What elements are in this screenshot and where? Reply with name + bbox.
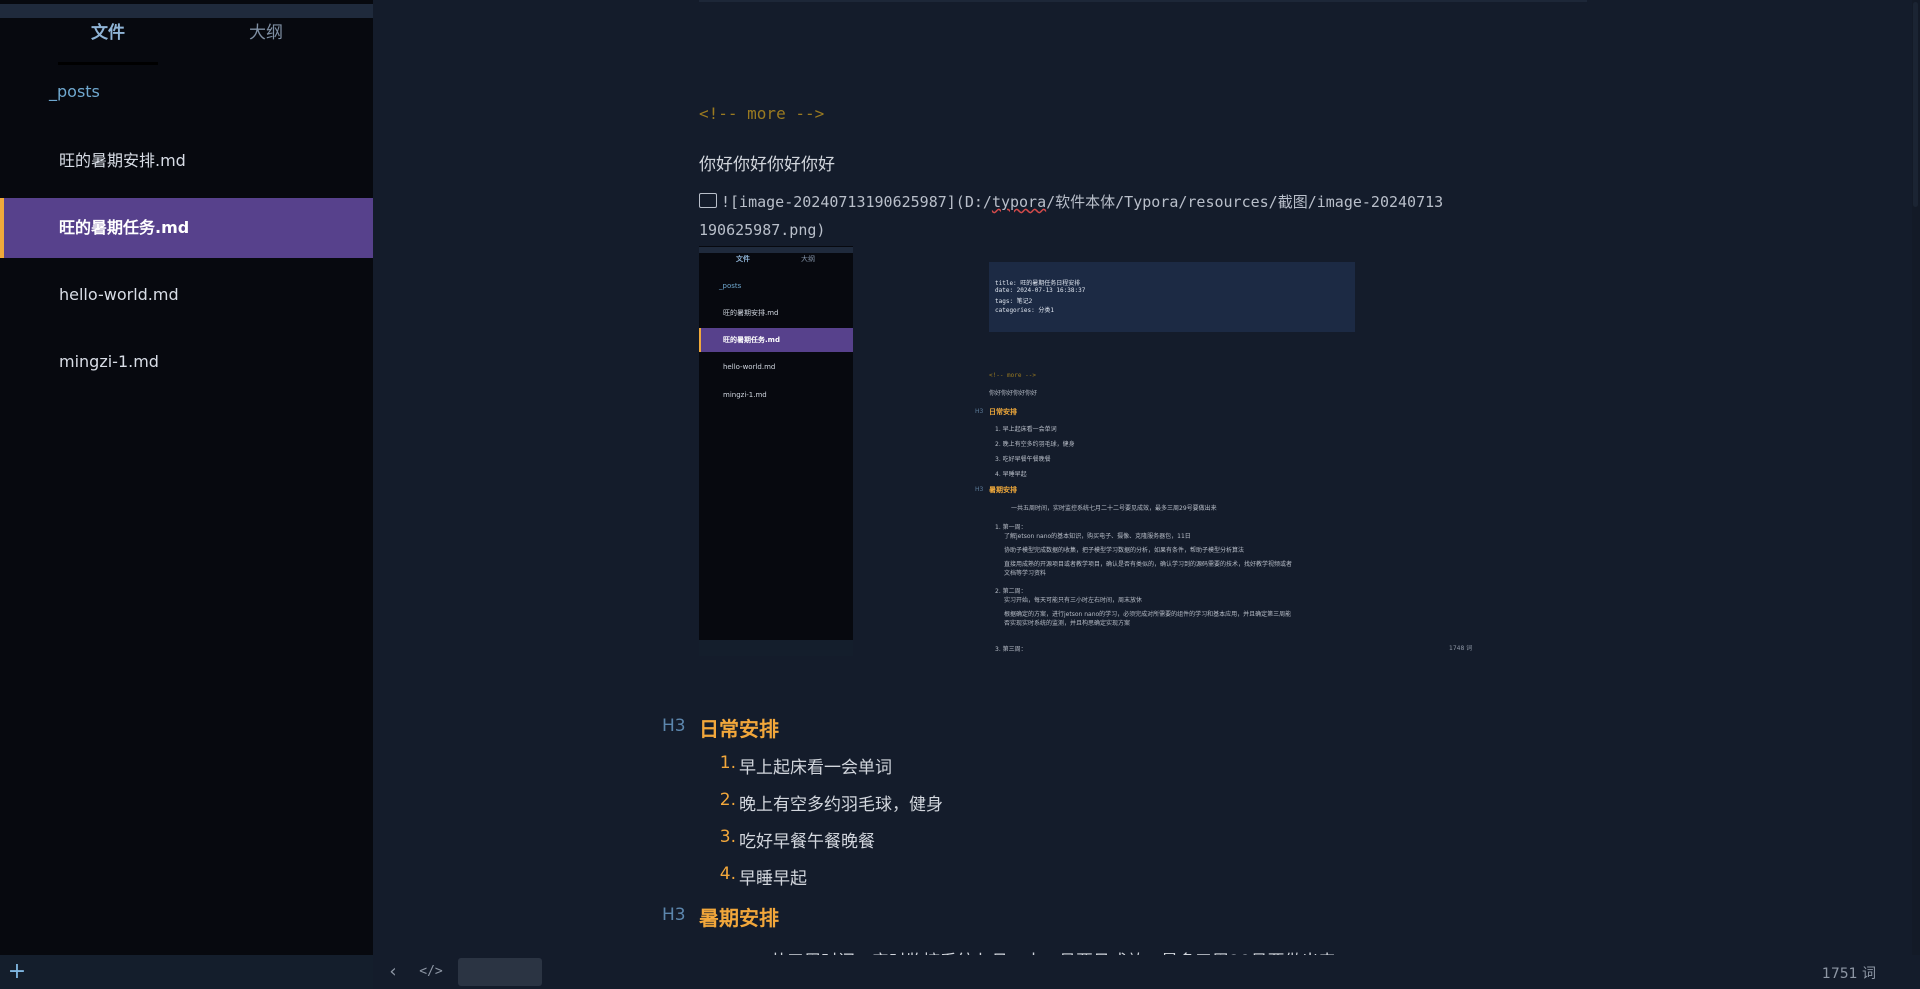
heading-summer-schedule[interactable]: 暑期安排 [699,902,779,931]
mini-h3-label: H3 [975,486,984,493]
image-icon [699,193,717,208]
sidebar-tabs: 文件 大纲 [0,14,373,65]
mini-folder: _posts [719,282,742,290]
mini-greeting: 你好你好你好你好 [989,390,1038,397]
mini-week-line: 文档等学习资料 [1004,570,1047,577]
heading-level-label: H3 [662,716,686,736]
mini-daily-item: 4. 早睡早起 [995,471,1027,478]
mini-file-active: 旺的暑期任务.md [723,336,780,344]
image-md-prefix: ![image-20240713190625987](D:/ [721,193,992,211]
heading-level-label: H3 [662,905,686,925]
mini-sidebar: 文件 大纲 _posts 旺的暑期安排.md 旺的暑期任务.md hello-w… [699,246,853,656]
mini-daily-item: 1. 早上起床看一会单词 [995,426,1057,433]
mini-week-line: 协助子模型完成数据的收集，把子模型学习数据的分析，如果有条件，帮助子模型分析算法 [1004,547,1245,554]
mini-file: hello-world.md [723,363,776,371]
search-input[interactable] [458,958,542,986]
image-md-suffix: /软件本体/Typora/resources/截图/image-20240713 [1046,193,1444,211]
mini-tab-files: 文件 [736,255,750,263]
file-sidebar: 文件 大纲 _posts 旺的暑期安排.md 旺的暑期任务.md hello-w… [0,0,373,989]
add-file-button[interactable]: + [7,961,27,983]
file-item-label: 旺的暑期任务.md [59,218,190,237]
mini-file: mingzi-1.md [723,391,767,399]
mini-week-line: 了解jetson nano的基本知识，购买电子、摄像、克隆服务器包，11日 [1004,533,1191,540]
mini-heading-daily: 日常安排 [989,408,1017,416]
mini-h3-label: H3 [975,408,984,415]
mini-front-matter: title: 旺的暑期任务日程安排 date: 2024-07-13 16:38… [989,262,1355,332]
status-bar: ‹ </> 1751 词 [373,955,1920,989]
file-item[interactable]: mingzi-1.md [0,332,373,392]
word-count[interactable]: 1751 词 [1822,963,1876,983]
scrollbar-thumb[interactable] [1913,2,1918,207]
mini-week-line: 直接用成熟的开源项目或者教学项目，确认是否有类似的，确认学习到的源码需要的技术，… [1004,561,1293,568]
mini-footer [699,640,853,656]
mini-comment: <!-- more --> [989,372,1036,379]
editor-pane[interactable]: <!-- more --> 你好你好你好你好 ![image-202407131… [373,0,1920,989]
mini-fm-line: categories: 分类1 [995,307,1054,314]
mini-summer-intro: 一共五周时间，实时监控系统七月二十二号要见成效，最多三周29号要做出来 [1011,505,1217,512]
file-item[interactable]: 旺的暑期安排.md [0,131,373,191]
mini-week-line: 实习开始，每天可能只有三小时左右时间，周末放休 [1004,597,1143,604]
list-item[interactable]: 早上起床看一会单词 [739,753,892,778]
mini-top-strip [699,247,853,253]
list-number: 3. [719,827,736,847]
mini-week-heading: 3. 第三周： [995,646,1027,653]
chevron-left-icon[interactable]: ‹ [383,962,403,982]
list-item[interactable]: 吃好早餐午餐晚餐 [739,827,875,852]
file-item-label: mingzi-1.md [59,352,159,371]
tab-outline[interactable]: 大纲 [216,18,316,48]
heading-daily-schedule[interactable]: 日常安排 [699,713,779,742]
greeting-paragraph[interactable]: 你好你好你好你好 [699,150,835,175]
file-item-label: hello-world.md [59,285,179,304]
image-md-line2: 190625987.png) [699,221,826,239]
mini-tab-outline: 大纲 [801,255,815,263]
list-item[interactable]: 早睡早起 [739,864,807,889]
more-comment[interactable]: <!-- more --> [699,104,824,123]
list-item[interactable]: 晚上有空多约羽毛球，健身 [739,790,943,815]
folder-name[interactable]: _posts [49,82,100,101]
mini-daily-item: 2. 晚上有空多约羽毛球，健身 [995,441,1075,448]
image-markdown-source[interactable]: ![image-20240713190625987](D:/typora/软件本… [699,188,1499,244]
source-code-icon[interactable]: </> [418,962,444,982]
mini-fm-line: tags: 笔记2 [995,298,1033,305]
mini-week-heading: 1. 第一周： [995,524,1027,531]
sidebar-footer: + [0,955,373,989]
front-matter-block[interactable] [699,0,1587,2]
embedded-screenshot-image[interactable]: 文件 大纲 _posts 旺的暑期安排.md 旺的暑期任务.md hello-w… [699,246,1489,656]
mini-file: 旺的暑期安排.md [723,309,779,317]
mini-week-heading: 2. 第二周： [995,588,1027,595]
mini-week-line: 否实现实时系统的监测，并且构思确定实现方案 [1004,620,1131,627]
list-number: 1. [719,753,736,773]
mini-word-count: 1748 词 [1449,645,1473,652]
mini-fm-line: title: 旺的暑期任务日程安排 [995,280,1081,287]
mini-fm-line: date: 2024-07-13 16:38:37 [995,287,1086,294]
image-md-spellcheck-word: typora [991,193,1047,211]
file-item-active[interactable]: 旺的暑期任务.md [0,198,373,258]
list-number: 4. [719,864,736,884]
tab-files[interactable]: 文件 [58,18,158,48]
mini-heading-summer: 暑期安排 [989,486,1017,494]
mini-week-line: 根据确定的方案，进行jetson nano的学习，必须完成对所需要的组件的学习和… [1004,611,1292,618]
list-number: 2. [719,790,736,810]
active-tab-indicator [58,62,158,65]
mini-daily-item: 3. 吃好早餐午餐晚餐 [995,456,1051,463]
file-item-label: 旺的暑期安排.md [59,151,186,170]
file-item[interactable]: hello-world.md [0,265,373,325]
